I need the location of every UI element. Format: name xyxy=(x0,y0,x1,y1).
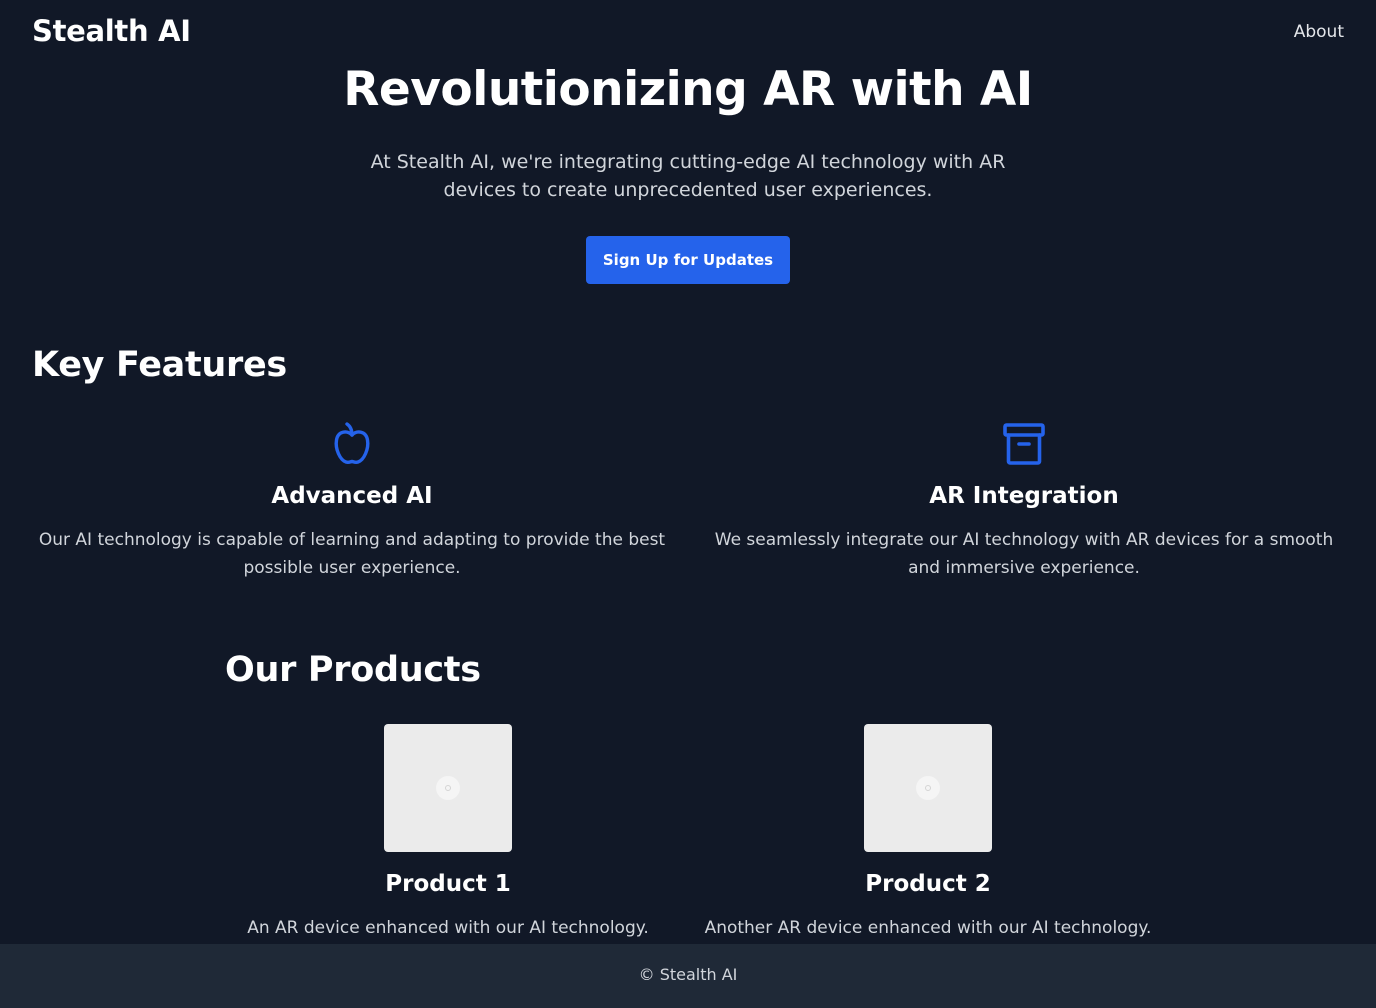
product-card-2[interactable]: Product 2 Another AR device enhanced wit… xyxy=(688,724,1168,942)
feature-card-ar-integration: AR Integration We seamlessly integrate o… xyxy=(704,420,1344,582)
feature-description: We seamlessly integrate our AI technolog… xyxy=(714,530,1334,578)
product-description: Another AR device enhanced with our AI t… xyxy=(704,918,1152,938)
site-header: Stealth AI About xyxy=(0,0,1376,68)
products-heading: Our Products xyxy=(225,650,481,690)
feature-description: Our AI technology is capable of learning… xyxy=(38,530,666,578)
brand-logo[interactable]: Stealth AI xyxy=(32,14,191,48)
image-placeholder-icon xyxy=(916,776,940,800)
feature-title: AR Integration xyxy=(929,483,1119,509)
product-card-1[interactable]: Product 1 An AR device enhanced with our… xyxy=(208,724,688,942)
product-title: Product 1 xyxy=(385,871,511,897)
apple-icon xyxy=(334,422,370,465)
image-placeholder-icon xyxy=(436,776,460,800)
product-image-placeholder xyxy=(384,724,512,852)
footer-copyright: © Stealth AI xyxy=(638,965,738,984)
product-description: An AR device enhanced with our AI techno… xyxy=(247,918,649,938)
features-heading: Key Features xyxy=(32,345,287,385)
feature-card-advanced-ai: Advanced AI Our AI technology is capable… xyxy=(32,420,672,582)
product-image-placeholder xyxy=(864,724,992,852)
product-title: Product 2 xyxy=(865,871,991,897)
site-footer: © Stealth AI xyxy=(0,944,1376,1008)
feature-title: Advanced AI xyxy=(271,483,433,509)
nav-link-about[interactable]: About xyxy=(1294,22,1344,42)
archive-box-icon xyxy=(1003,423,1045,465)
hero-subtitle: At Stealth AI, we're integrating cutting… xyxy=(370,151,1006,201)
hero-title: Revolutionizing AR with AI xyxy=(343,62,1033,117)
sign-up-button[interactable]: Sign Up for Updates xyxy=(586,236,790,284)
